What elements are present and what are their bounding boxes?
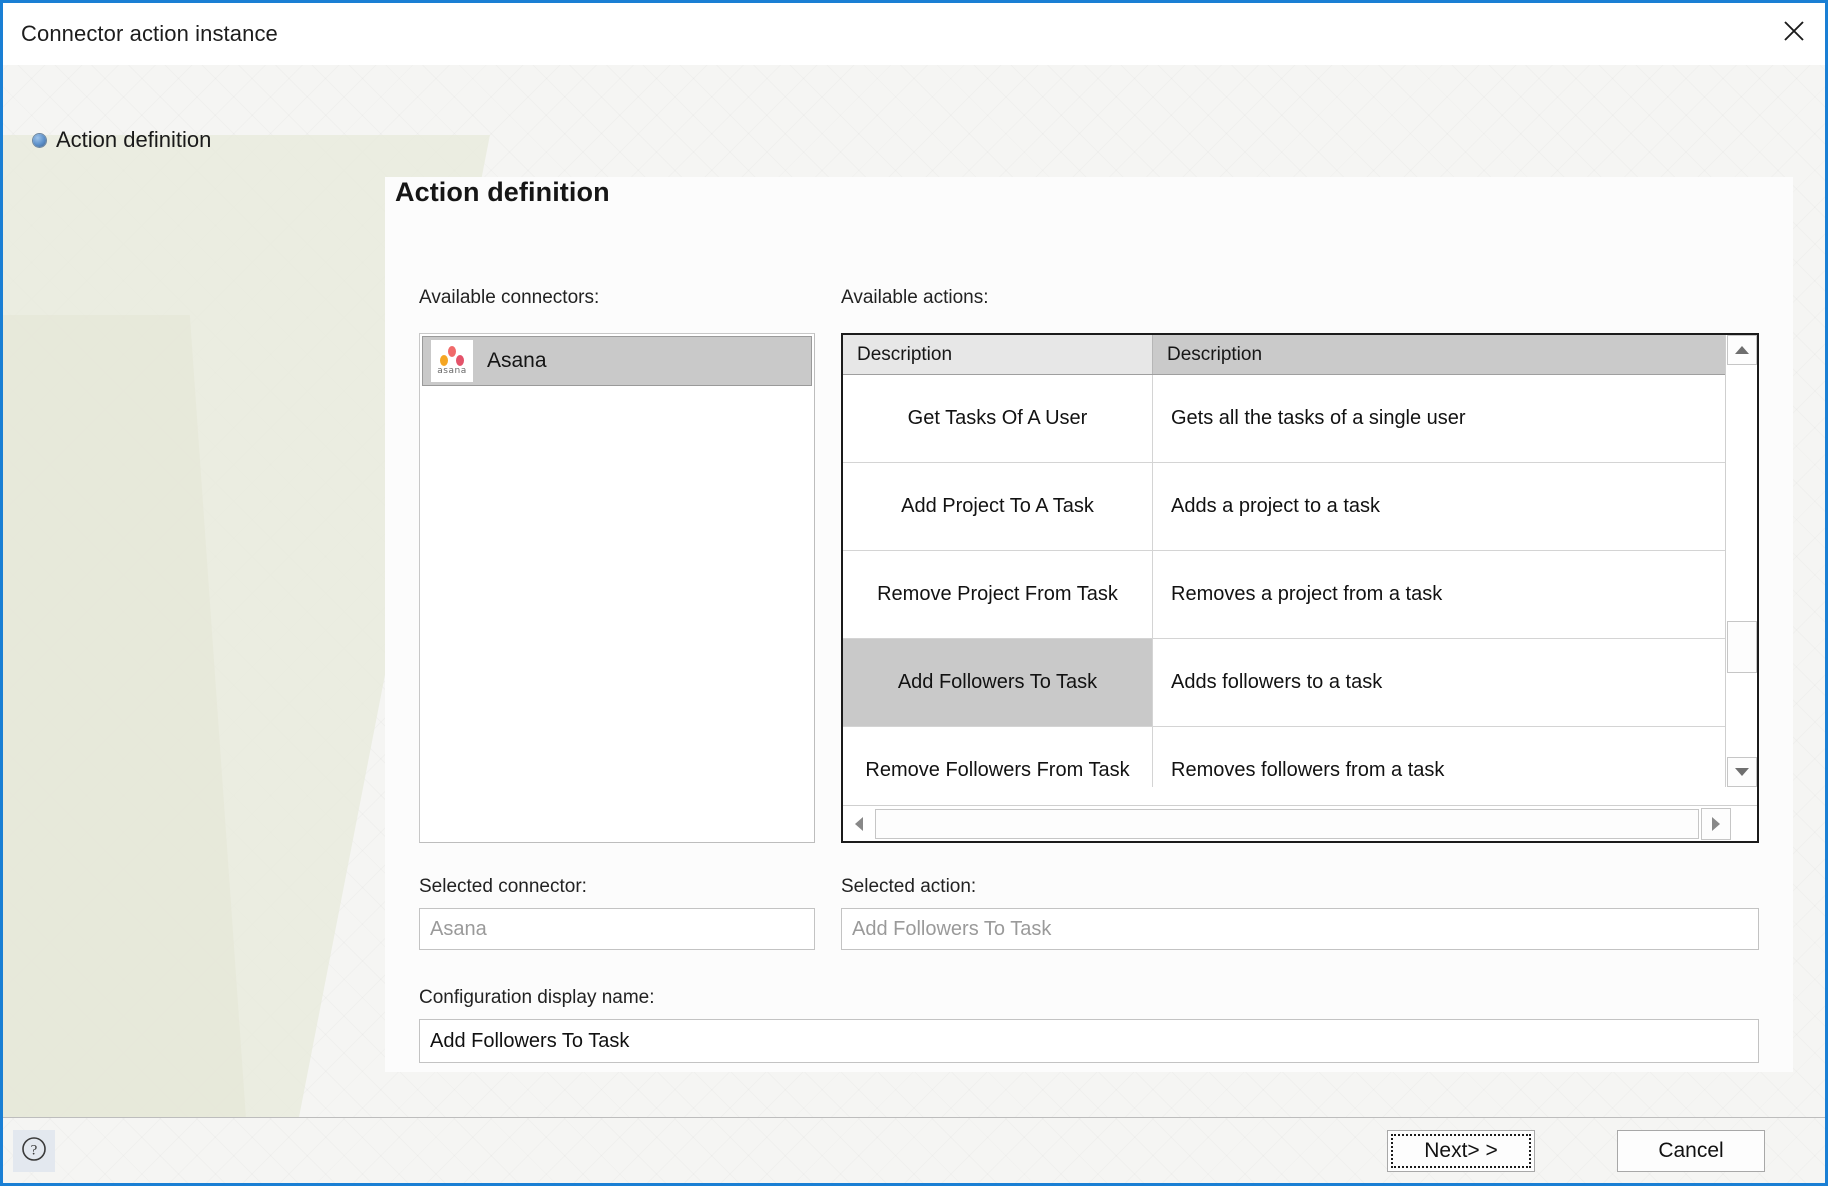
selected-connector-label: Selected connector: xyxy=(419,876,587,897)
svg-text:?: ? xyxy=(31,1142,38,1158)
scroll-left-arrow-icon xyxy=(855,816,863,831)
sidebar-item-action-definition[interactable]: Action definition xyxy=(33,127,211,153)
action-name-cell: Get Tasks Of A User xyxy=(843,375,1153,462)
scroll-right-button[interactable] xyxy=(1701,807,1731,840)
table-row[interactable]: Remove Followers From Task Removes follow… xyxy=(843,727,1727,787)
action-description-cell: Adds a project to a task xyxy=(1171,495,1381,517)
close-icon xyxy=(1782,19,1806,43)
available-actions-label: Available actions: xyxy=(841,287,989,308)
selected-connector-field: Asana xyxy=(419,908,815,950)
horizontal-scrollbar-thumb[interactable] xyxy=(875,808,1699,839)
action-description-cell: Gets all the tasks of a single user xyxy=(1171,407,1466,429)
step-bullet-icon xyxy=(33,133,46,147)
table-row[interactable]: Add Followers To Task Adds followers to a… xyxy=(843,639,1727,727)
scroll-up-button[interactable] xyxy=(1727,335,1757,365)
asana-logo-icon: asana xyxy=(431,340,473,382)
close-button[interactable] xyxy=(1763,3,1825,59)
table-row[interactable]: Remove Project From Task Removes a projec… xyxy=(843,551,1727,639)
help-button[interactable]: ? xyxy=(13,1130,55,1172)
dialog-window: Connector action instance Action definit… xyxy=(0,0,1828,1186)
action-name-cell: Add Project To A Task xyxy=(843,463,1153,550)
available-connectors-list[interactable]: asana Asana xyxy=(419,333,815,843)
grid-rows: Get Tasks Of A User Gets all the tasks of… xyxy=(843,375,1727,787)
column-header-description[interactable]: Description xyxy=(1153,335,1725,374)
list-item[interactable]: asana Asana xyxy=(422,336,812,386)
dialog-footer: ? Next> > Cancel xyxy=(3,1117,1825,1183)
title-bar: Connector action instance xyxy=(3,3,1825,65)
next-button[interactable]: Next> > xyxy=(1387,1130,1535,1172)
connector-name: Asana xyxy=(487,349,547,372)
page-title: Action definition xyxy=(395,177,610,207)
available-actions-grid[interactable]: Description Description Get Tasks Of A U… xyxy=(841,333,1759,843)
scroll-down-arrow-icon xyxy=(1735,768,1749,776)
window-title: Connector action instance xyxy=(21,21,278,46)
grid-header-row: Description Description xyxy=(843,335,1757,375)
selected-action-label: Selected action: xyxy=(841,876,977,897)
cancel-button[interactable]: Cancel xyxy=(1617,1130,1765,1172)
asana-logo-wordmark: asana xyxy=(437,366,467,376)
sidebar-item-label: Action definition xyxy=(56,127,212,152)
help-question-icon: ? xyxy=(20,1135,48,1168)
scroll-right-arrow-icon xyxy=(1712,816,1720,831)
available-connectors-label: Available connectors: xyxy=(419,287,600,308)
scroll-down-button[interactable] xyxy=(1727,757,1757,787)
next-button-label: Next> > xyxy=(1424,1139,1498,1162)
scroll-left-button[interactable] xyxy=(845,808,873,840)
table-row[interactable]: Add Project To A Task Adds a project to a… xyxy=(843,463,1727,551)
action-name-cell: Remove Project From Task xyxy=(843,551,1153,638)
action-description-cell: Removes followers from a task xyxy=(1171,759,1445,781)
action-name-cell: Remove Followers From Task xyxy=(843,727,1153,787)
horizontal-scrollbar[interactable] xyxy=(843,805,1757,841)
action-name-cell: Add Followers To Task xyxy=(843,639,1153,726)
selected-action-field: Add Followers To Task xyxy=(841,908,1759,950)
dialog-body: Action definition Action definition Avai… xyxy=(3,65,1825,1117)
configuration-display-name-label: Configuration display name: xyxy=(419,987,655,1008)
vertical-scrollbar-thumb[interactable] xyxy=(1727,621,1757,673)
cancel-button-label: Cancel xyxy=(1658,1139,1724,1162)
wizard-step-nav: Action definition xyxy=(3,65,333,1117)
configuration-display-name-input[interactable]: Add Followers To Task xyxy=(419,1019,1759,1063)
column-header-name[interactable]: Description xyxy=(843,335,1153,374)
table-row[interactable]: Get Tasks Of A User Gets all the tasks of… xyxy=(843,375,1727,463)
vertical-scrollbar[interactable] xyxy=(1725,335,1757,787)
action-description-cell: Removes a project from a task xyxy=(1171,583,1443,605)
action-description-cell: Adds followers to a task xyxy=(1171,671,1383,693)
scroll-up-arrow-icon xyxy=(1735,346,1749,354)
